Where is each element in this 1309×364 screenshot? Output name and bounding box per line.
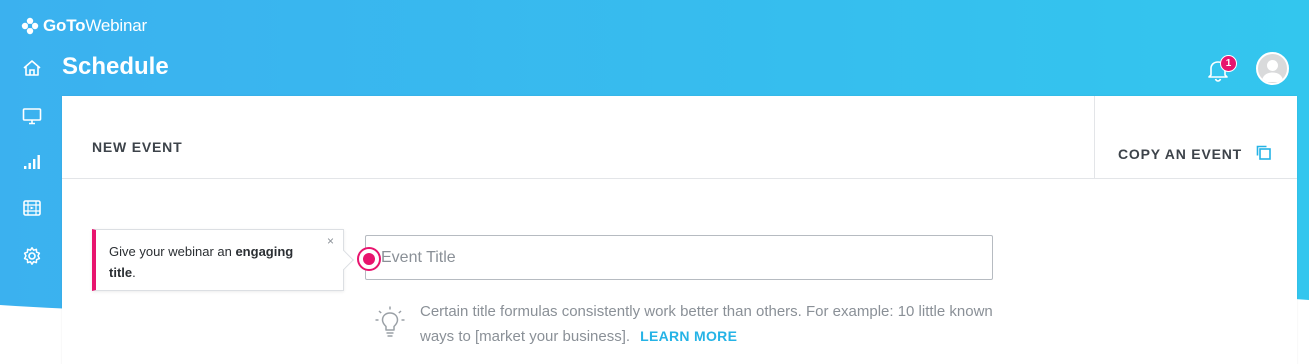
- event-title-input[interactable]: [365, 235, 993, 280]
- app-window: GoToWebinar Schedule 1 NEW EVENT COPY AN…: [0, 0, 1309, 364]
- tab-new-event[interactable]: NEW EVENT: [92, 139, 182, 155]
- hotspot-dot: [363, 253, 375, 265]
- tour-hotspot[interactable]: [357, 247, 381, 271]
- sidebar-item-settings[interactable]: [20, 244, 44, 268]
- recordings-icon: [23, 200, 41, 216]
- copy-event-label: COPY AN EVENT: [1118, 146, 1242, 162]
- tooltip-arrow: [334, 250, 354, 270]
- gotowebinar-logo[interactable]: GoToWebinar: [21, 14, 147, 38]
- gear-icon: [23, 247, 41, 265]
- user-avatar-icon: [1261, 60, 1284, 82]
- title-tip-tooltip: Give your webinar an engaging title. ×: [92, 229, 354, 291]
- card-header: NEW EVENT COPY AN EVENT: [62, 96, 1297, 179]
- tooltip-text: Give your webinar an engaging title.: [109, 244, 294, 280]
- logo-text: GoToWebinar: [43, 16, 147, 35]
- sidebar-item-home[interactable]: [20, 56, 44, 80]
- lightbulb-icon: [375, 305, 405, 339]
- logo-flower-icon: [21, 17, 39, 35]
- copy-icon: [1256, 145, 1271, 160]
- analytics-icon: [24, 155, 40, 169]
- user-avatar[interactable]: [1256, 52, 1289, 85]
- notification-count-badge: 1: [1220, 55, 1237, 72]
- new-event-card: NEW EVENT COPY AN EVENT Give your webina…: [62, 96, 1297, 364]
- sidebar-item-analytics[interactable]: [20, 150, 44, 174]
- title-hint: Certain title formulas consistently work…: [420, 300, 1000, 349]
- notifications-button[interactable]: 1: [1207, 55, 1237, 84]
- sidebar-item-recordings[interactable]: [20, 196, 44, 220]
- sidebar-item-webinars[interactable]: [20, 104, 44, 128]
- learn-more-link[interactable]: LEARN MORE: [640, 328, 737, 344]
- home-icon: [23, 60, 41, 76]
- copy-event-button[interactable]: COPY AN EVENT: [1094, 96, 1297, 179]
- tooltip-close-button[interactable]: ×: [327, 234, 334, 248]
- monitor-icon: [22, 108, 42, 125]
- page-title: Schedule: [62, 53, 169, 80]
